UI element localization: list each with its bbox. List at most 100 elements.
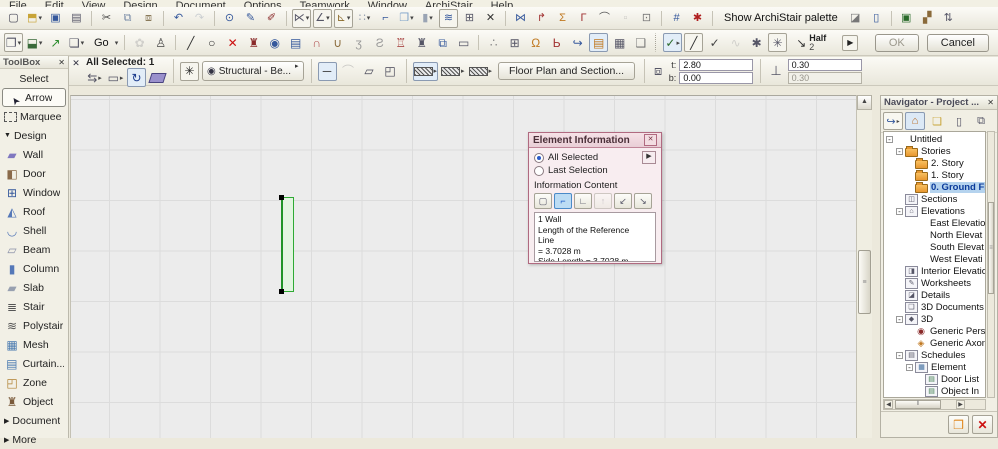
column-tool[interactable]: ▮ Column [0,259,68,278]
new-window[interactable]: ⊡ ▾ [637,9,656,28]
top-elevation-field[interactable]: 2.80 [679,58,754,71]
design-group[interactable]: ▼ Design [0,126,68,145]
renovation-filter-combo[interactable]: ◉ Structural - Be... ▸ [202,61,304,81]
magnet[interactable]: ✱ ▾ [747,33,766,52]
flyout-arrow-icon[interactable]: ▸ [295,62,299,70]
wall-endpoint-handle-bottom[interactable] [279,289,284,294]
tree-story-2[interactable]: 2. Story [884,157,985,169]
tree-expander-icon[interactable] [916,376,923,383]
info-angle-left[interactable]: ↙ [614,193,632,209]
profile-l[interactable]: Ь ▾ [547,33,566,52]
tree-expander-icon[interactable] [906,172,913,179]
wall-thickness-field-2[interactable]: 0.30 [787,71,862,84]
marquee-options[interactable]: ▭ ▸ [106,68,125,87]
expander-icon[interactable]: ▶ [4,417,9,425]
curve-s[interactable]: ʒ ▾ [349,33,368,52]
tree-interior-elevations[interactable]: ◨ Interior Elevation [884,265,985,277]
jump-arrow[interactable]: ↪ ▾ [568,33,587,52]
floor-plan-canvas[interactable] [70,95,857,438]
window-frame[interactable]: ❏ ▾ [67,33,86,52]
tree-expander-icon[interactable] [906,328,913,335]
menu-item[interactable]: Edit [36,0,73,7]
toolbox-close-icon[interactable]: ✕ [58,58,65,67]
delete-button[interactable]: ✕ [972,415,993,434]
window-tool[interactable]: ⊞ Window [0,183,68,202]
geometry-straight[interactable]: ─ [317,61,337,81]
drag-options[interactable]: ⇆ ▸ [85,68,104,87]
dialog-titlebar[interactable]: Element Information ✕ [529,133,661,148]
dropdown-arrow-icon[interactable]: ▾ [326,14,330,22]
open-window[interactable]: ⬓ ▾ [25,33,44,52]
copy[interactable]: ⧉ ▾ [118,9,137,28]
snap-grid[interactable]: ∷ ▾ [355,9,374,28]
menu-item[interactable]: Window [359,0,416,7]
tree-west-elevation[interactable]: West Elevati [884,253,985,265]
toolbar-icon[interactable]: ▾ [712,10,713,26]
info-height[interactable]: ↑ [594,193,612,209]
publish-arrow[interactable]: ↗ ▾ [46,33,65,52]
marquee-tool[interactable]: Marquee [0,107,68,126]
dialog-close-icon[interactable]: ✕ [644,134,657,146]
angle-check[interactable]: ✓ ▾ [705,33,724,52]
suspend-groups[interactable]: ⋉ ▾ [292,8,311,28]
tree-story-0[interactable]: 0. Ground Fl [884,181,985,193]
menu-item[interactable]: Options [235,0,291,7]
dropdown-arrow-icon[interactable]: ▾ [18,39,22,47]
menu-item[interactable]: View [73,0,115,7]
print[interactable]: ▤ ▾ [67,9,86,28]
toolbar-icon[interactable]: ▾ [175,35,177,50]
go-menu[interactable]: Go ▾ [88,33,119,52]
tree-expander-icon[interactable] [906,340,913,347]
publisher-tab[interactable]: ⧉ ▾ [971,112,991,130]
bottom-elevation-field[interactable]: 0.00 [679,71,754,84]
tree-expander-icon[interactable] [906,220,913,227]
layout-book-tab[interactable]: ▯ ▾ [949,112,969,130]
layers[interactable]: ❐ ▾ [397,9,416,28]
library-grid[interactable]: ▦ ▾ [610,33,629,52]
project-map-tab[interactable]: ⌂ ▾ [905,112,925,130]
expander-icon[interactable]: ▶ [4,436,9,444]
tree-schedules[interactable]: - ▤ Schedules [884,349,985,361]
dropdown-arrow-icon[interactable]: ▸ [98,74,102,82]
tree-generic-perspective[interactable]: ◉ Generic Pers [884,325,985,337]
toolbar-icon[interactable]: ▾ [661,10,662,26]
tree-3d[interactable]: - ◆ 3D [884,313,985,325]
tree-north-elevation[interactable]: North Elevat [884,229,985,241]
info-angle-right[interactable]: ↘ [634,193,652,209]
mini-window[interactable]: ❑ ▾ [631,33,650,52]
menu-item[interactable]: Design [114,0,166,7]
toolbar-icon[interactable]: ▾ [163,10,164,26]
dropdown-arrow-icon[interactable]: ▾ [39,39,43,47]
clean-intersections[interactable]: ⌐ ▾ [376,9,395,28]
tree-door-list[interactable]: ▤ Door List [884,373,985,385]
save-view[interactable]: ▤ ▾ [286,33,305,52]
line-tool[interactable]: ╱ ▾ [181,33,200,52]
inject-parameters[interactable]: ✐ ▾ [262,9,281,28]
tree-sections[interactable]: ◫ Sections [884,193,985,205]
tree-expander-icon[interactable]: - [896,351,903,359]
tower-gray[interactable]: ♜ ▾ [412,33,431,52]
scroll-up-icon[interactable]: ▲ [857,95,872,110]
tree-wall-list[interactable]: ▤ Wall List [884,397,985,398]
stair-tool[interactable]: ≣ Stair [0,297,68,316]
pick-up-parameters[interactable]: ✎ ▾ [241,9,260,28]
info-size-position[interactable]: ⌐ [554,193,572,209]
find-select[interactable]: ⊙ ▾ [220,9,239,28]
tree-south-elevation[interactable]: South Elevat [884,241,985,253]
delete-element[interactable]: ✕ ▾ [223,33,242,52]
menu-item[interactable]: Teamwork [291,0,359,7]
toolbar-icon[interactable]: ▾ [478,35,480,50]
toolbar-icon[interactable]: ▾ [505,10,506,26]
scrollbar-thumb[interactable]: ≡ [988,202,994,294]
fly-mode[interactable]: ⋈ ▾ [511,9,530,28]
half-size-control[interactable]: ↘ Half 2 [796,33,826,52]
project-chooser[interactable]: ↪ ▸ [883,112,903,130]
archistair-toggle[interactable]: ≋ ▾ [439,8,458,28]
roof-tool[interactable]: ◭ Roof [0,202,68,221]
arch-tool[interactable]: ∪ ▾ [328,33,347,52]
tree-expander-icon[interactable]: - [896,147,903,155]
corner-window[interactable]: Γ ▾ [574,9,593,28]
undo[interactable]: ↶ ▾ [169,9,188,28]
cursor-snap[interactable]: ⊾ ▾ [334,8,353,28]
dropdown-arrow-icon[interactable]: ▸ [120,74,124,82]
